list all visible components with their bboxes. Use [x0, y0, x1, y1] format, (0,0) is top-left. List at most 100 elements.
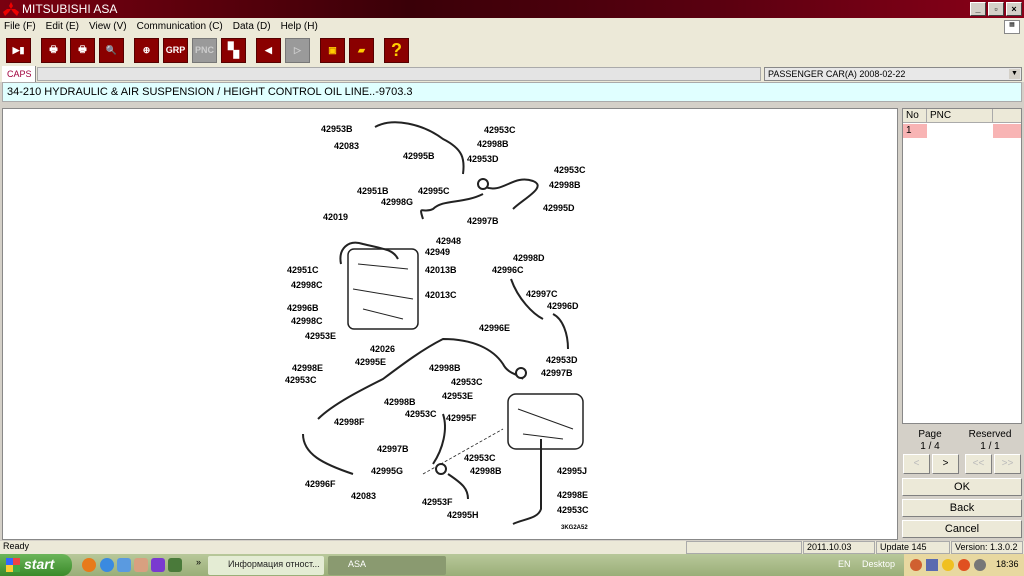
restore-button[interactable]: ▫ — [988, 2, 1004, 16]
part-number-label[interactable]: 42998C — [291, 280, 323, 290]
last-reserved-button[interactable]: >> — [994, 454, 1021, 474]
column-header-no[interactable]: No — [903, 109, 927, 123]
list-row-pnc[interactable] — [927, 124, 993, 138]
winrar-icon[interactable] — [168, 558, 182, 572]
part-number-label[interactable]: 42953C — [484, 125, 516, 135]
prev-page-button[interactable]: < — [903, 454, 930, 474]
menu-view[interactable]: View (V) — [89, 21, 127, 32]
cancel-button[interactable]: Cancel — [902, 520, 1022, 538]
menu-file[interactable]: File (F) — [4, 21, 36, 32]
part-number-label[interactable]: 42013C — [425, 290, 457, 300]
exit-button[interactable]: ▶▮ — [6, 37, 31, 63]
model-select[interactable]: PASSENGER CAR(A) 2008-02-22 ▼ — [764, 67, 1022, 81]
part-number-label[interactable]: 42953D — [546, 355, 578, 365]
list-row-no[interactable]: 1 — [903, 124, 927, 138]
part-number-label[interactable]: 42998B — [549, 180, 581, 190]
part-number-label[interactable]: 42996E — [479, 323, 510, 333]
part-number-label[interactable]: 42998B — [477, 139, 509, 149]
tray-app3-icon[interactable] — [974, 559, 986, 571]
part-number-label[interactable]: 42998E — [292, 363, 323, 373]
column-header-pnc[interactable]: PNC — [927, 109, 993, 123]
part-number-label[interactable]: 42996C — [492, 265, 524, 275]
start-button[interactable]: start — [0, 554, 72, 576]
part-number-label[interactable]: 42996F — [305, 479, 336, 489]
part-number-label[interactable]: 42953B — [321, 124, 353, 134]
menu-help[interactable]: Help (H) — [281, 21, 318, 32]
part-number-label[interactable]: 42953E — [305, 331, 336, 341]
task-asa[interactable]: ASA — [328, 556, 446, 575]
part-number-label[interactable]: 42998B — [384, 397, 416, 407]
grid-view-button[interactable]: ▚ — [221, 37, 246, 63]
minimize-button[interactable]: _ — [970, 2, 986, 16]
part-number-label[interactable]: 42997B — [467, 216, 499, 226]
tray-app2-icon[interactable] — [958, 559, 970, 571]
part-number-label[interactable]: 42998D — [513, 253, 545, 263]
part-number-label[interactable]: 42995D — [543, 203, 575, 213]
desktop-toolbar[interactable]: Desktop — [862, 559, 895, 569]
part-number-label[interactable]: 42998B — [470, 466, 502, 476]
menu-data[interactable]: Data (D) — [233, 21, 271, 32]
firefox-icon[interactable] — [82, 558, 96, 572]
part-number-label[interactable]: 42953D — [467, 154, 499, 164]
open-button[interactable]: ▰ — [349, 37, 374, 63]
part-number-label[interactable]: 42953C — [285, 375, 317, 385]
help-button[interactable]: ? — [384, 37, 409, 63]
part-number-label[interactable]: 42951C — [287, 265, 319, 275]
part-number-label[interactable]: 42995H — [447, 510, 479, 520]
chevron-down-icon[interactable]: ▼ — [1009, 69, 1020, 79]
part-number-label[interactable]: 42997C — [526, 289, 558, 299]
tool-icon[interactable] — [134, 558, 148, 572]
first-reserved-button[interactable]: << — [965, 454, 992, 474]
part-number-label[interactable]: 42998G — [381, 197, 413, 207]
internet-explorer-icon[interactable] — [100, 558, 114, 572]
z-app-icon[interactable] — [151, 558, 165, 572]
part-number-label[interactable]: 42996B — [287, 303, 319, 313]
part-number-label[interactable]: 42951B — [357, 186, 389, 196]
part-number-label[interactable]: 42953C — [464, 453, 496, 463]
part-number-label[interactable]: 42998B — [429, 363, 461, 373]
tab-caps[interactable]: CAPS — [2, 66, 36, 82]
menu-communication[interactable]: Communication (C) — [137, 21, 223, 32]
part-number-label[interactable]: 42997B — [541, 368, 573, 378]
part-number-label[interactable]: 42949 — [425, 247, 450, 257]
previous-button[interactable]: ◀ — [256, 37, 281, 63]
part-number-label[interactable]: 42953E — [442, 391, 473, 401]
part-number-label[interactable]: 42948 — [436, 236, 461, 246]
app-icon[interactable] — [117, 558, 131, 572]
zoom-button[interactable]: ⊕ — [134, 37, 159, 63]
part-number-label[interactable]: 42995E — [355, 357, 386, 367]
save-button[interactable]: ▣ — [320, 37, 345, 63]
part-number-label[interactable]: 42995G — [371, 466, 403, 476]
part-number-label[interactable]: 42998F — [334, 417, 365, 427]
back-button[interactable]: Back — [902, 499, 1022, 517]
next-page-button[interactable]: > — [932, 454, 959, 474]
part-number-label[interactable]: 42019 — [323, 212, 348, 222]
next-button[interactable]: ▷ — [285, 37, 310, 63]
part-number-label[interactable]: 42995J — [557, 466, 587, 476]
language-indicator[interactable]: EN — [838, 559, 851, 569]
part-number-label[interactable]: 42953C — [554, 165, 586, 175]
menu-edit[interactable]: Edit (E) — [46, 21, 79, 32]
print-button[interactable]: 🖶 — [70, 37, 95, 63]
tray-app-icon[interactable] — [942, 559, 954, 571]
part-number-label[interactable]: 42995C — [418, 186, 450, 196]
task-firefox[interactable]: Информация отност... — [208, 556, 324, 575]
part-number-label[interactable]: 42997B — [377, 444, 409, 454]
part-number-label[interactable]: 42953C — [557, 505, 589, 515]
more-quicklaunch[interactable]: » — [196, 557, 201, 567]
part-number-label[interactable]: 42996D — [547, 301, 579, 311]
part-number-label[interactable]: 42953C — [405, 409, 437, 419]
part-number-label[interactable]: 42083 — [351, 491, 376, 501]
grp-button[interactable]: GRP — [163, 37, 188, 63]
part-number-label[interactable]: 42998C — [291, 316, 323, 326]
pnc-button[interactable]: PNC — [192, 37, 217, 63]
print-screen-button[interactable]: 🖶 — [41, 37, 66, 63]
part-number-label[interactable]: 42083 — [334, 141, 359, 151]
part-number-label[interactable]: 42026 — [370, 344, 395, 354]
part-number-label[interactable]: 42998E — [557, 490, 588, 500]
parts-diagram[interactable]: 42953B 42083 42995B 42953C 42998B 42953D 42953… — [2, 108, 898, 540]
tray-expand-icon[interactable] — [910, 559, 922, 571]
network-icon[interactable] — [926, 559, 938, 571]
part-number-label[interactable]: 42995F — [446, 413, 477, 423]
part-number-label[interactable]: 42995B — [403, 151, 435, 161]
